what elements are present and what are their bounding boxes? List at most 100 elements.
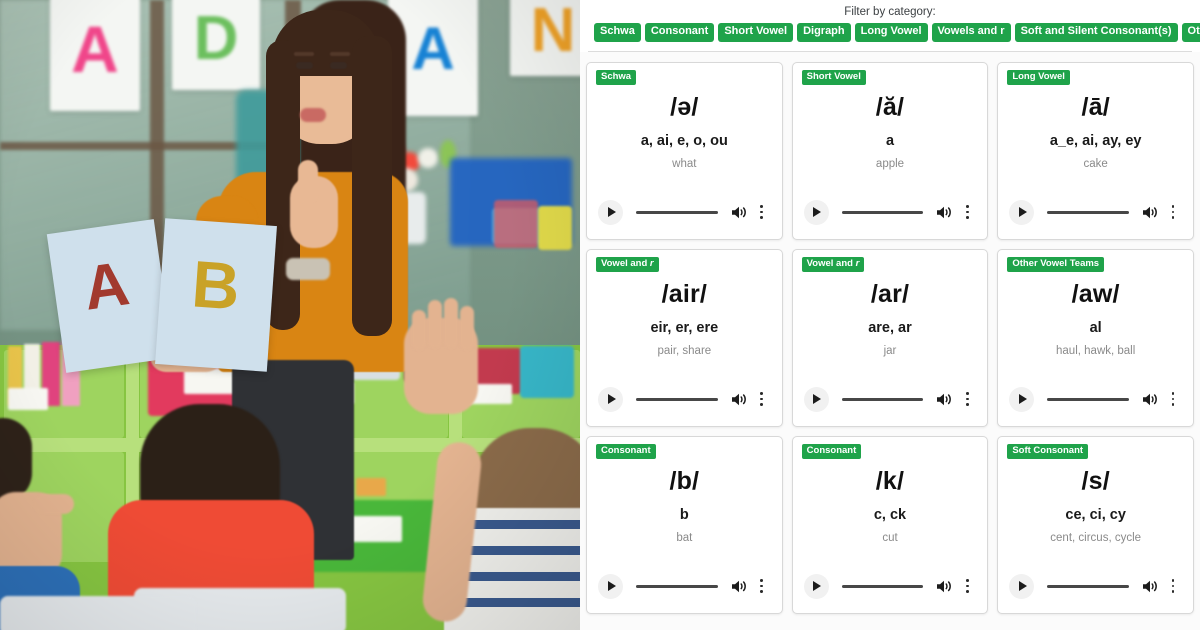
example-words: cent, circus, cycle (1050, 531, 1142, 544)
volume-button[interactable] (731, 579, 748, 594)
audio-player[interactable] (802, 573, 979, 599)
kebab-dot (1171, 215, 1175, 219)
category-badge-text: Consonant (601, 444, 651, 456)
teacher-mouth (300, 108, 326, 122)
phoneme-card-air[interactable]: Vowel and r /air/ eir, er, ere pair, sha… (586, 248, 783, 427)
filter-by-category-label: Filter by category: (844, 6, 936, 18)
phoneme-card-ə[interactable]: Schwa /ə/ a, ai, e, o, ou what (586, 61, 783, 240)
phoneme-card-grid-wrapper: Schwa /ə/ a, ai, e, o, ou what Short Vow… (580, 51, 1200, 630)
play-button[interactable] (803, 573, 829, 599)
example-words: jar (883, 344, 897, 357)
grapheme-list: eir, er, ere (650, 319, 719, 336)
audio-progress-track[interactable] (636, 584, 718, 588)
audio-player[interactable] (1007, 386, 1184, 412)
category-badge-text: Soft Consonant (1012, 444, 1084, 456)
more-options-button[interactable] (753, 579, 771, 593)
category-badge-text: Vowel and (601, 257, 650, 269)
phoneme-card-ar[interactable]: Vowel and r /ar/ are, ar jar (791, 248, 989, 427)
volume-button[interactable] (936, 579, 953, 594)
phoneme-card-aw[interactable]: Other Vowel Teams /aw/ al haul, hawk, ba… (997, 248, 1194, 427)
photo-bin (538, 206, 572, 250)
audio-progress-track[interactable] (841, 397, 924, 401)
play-icon (1018, 581, 1027, 592)
filter-chip-consonant[interactable]: Consonant (644, 23, 715, 42)
kebab-dot (965, 579, 969, 583)
volume-icon (1143, 580, 1157, 592)
phoneme-card-k[interactable]: Consonant /k/ c, ck cut (791, 435, 989, 614)
play-button[interactable] (598, 386, 623, 412)
volume-button[interactable] (936, 392, 953, 407)
more-options-button[interactable] (958, 205, 976, 219)
audio-player[interactable] (802, 199, 979, 225)
teacher-finger (298, 160, 318, 204)
audio-player[interactable] (1007, 199, 1184, 225)
filter-chip-soft-and-silent-consonants[interactable]: Soft and Silent Consonant(s) (1014, 23, 1178, 42)
play-button[interactable] (1009, 386, 1035, 412)
audio-player[interactable] (802, 386, 979, 412)
volume-button[interactable] (1142, 392, 1159, 407)
audio-player[interactable] (596, 199, 773, 225)
more-options-button[interactable] (753, 392, 771, 406)
play-button[interactable] (803, 386, 829, 412)
audio-progress-track[interactable] (1047, 397, 1129, 401)
phoneme-card-b[interactable]: Consonant /b/ b bat (586, 435, 783, 614)
filter-chip-schwa[interactable]: Schwa (594, 23, 641, 42)
volume-icon (1143, 393, 1157, 405)
more-options-button[interactable] (1164, 392, 1182, 406)
phoneme-symbol: /ă/ (875, 92, 905, 121)
poster-letter-n-orange: N (510, 0, 580, 76)
grapheme-list: b (679, 506, 689, 523)
more-options-button[interactable] (958, 579, 976, 593)
phoneme-symbol: /s/ (1081, 466, 1110, 495)
play-icon (813, 207, 822, 218)
kebab-dot (965, 215, 969, 219)
play-icon (1018, 207, 1027, 218)
kebab-dot (760, 397, 764, 401)
filter-chip-digraph[interactable]: Digraph (797, 23, 851, 42)
grapheme-list: a, ai, e, o, ou (640, 132, 728, 149)
filter-chip-short-vowel[interactable]: Short Vowel (718, 23, 794, 42)
audio-progress-track[interactable] (1047, 210, 1129, 214)
more-options-button[interactable] (753, 205, 771, 219)
kebab-dot (1171, 589, 1175, 593)
audio-progress-track[interactable] (1047, 584, 1129, 588)
grapheme-list: ce, ci, cy (1065, 506, 1126, 523)
poster-letter: D (193, 4, 239, 73)
category-badge: Consonant (596, 443, 656, 459)
more-options-button[interactable] (958, 392, 976, 406)
audio-progress-track[interactable] (841, 210, 924, 214)
audio-player[interactable] (1007, 573, 1184, 599)
play-button[interactable] (1009, 573, 1035, 599)
play-button[interactable] (1009, 199, 1035, 225)
more-options-button[interactable] (1164, 579, 1182, 593)
play-button[interactable] (598, 199, 623, 225)
audio-progress-track[interactable] (636, 210, 718, 214)
volume-icon (731, 393, 746, 405)
phoneme-card-s[interactable]: Soft Consonant /s/ ce, ci, cy cent, circ… (997, 435, 1194, 614)
play-button[interactable] (598, 573, 623, 599)
poster-letter: A (411, 15, 455, 82)
grapheme-list: a_e, ai, ay, ey (1049, 132, 1142, 149)
kebab-dot (965, 402, 969, 406)
audio-player[interactable] (596, 573, 773, 599)
play-button[interactable] (803, 199, 829, 225)
kebab-dot (1171, 210, 1175, 214)
photo-bin (494, 200, 538, 248)
phoneme-card-ă[interactable]: Short Vowel /ă/ a apple (791, 61, 989, 240)
phoneme-symbol: /b/ (669, 466, 700, 495)
audio-progress-track[interactable] (841, 584, 924, 588)
grapheme-list: a (885, 132, 895, 149)
volume-button[interactable] (1142, 579, 1159, 594)
volume-button[interactable] (936, 205, 953, 220)
volume-button[interactable] (731, 392, 748, 407)
filter-chip-long-vowel[interactable]: Long Vowel (854, 23, 928, 42)
filter-chip-vowels-and-r[interactable]: Vowels and r (931, 23, 1011, 42)
volume-button[interactable] (1142, 205, 1159, 220)
filter-chip-other-vowel-teams[interactable]: Other Vowel Teams (1181, 23, 1200, 42)
more-options-button[interactable] (1164, 205, 1182, 219)
audio-player[interactable] (596, 386, 773, 412)
phoneme-card-ā[interactable]: Long Vowel /ā/ a_e, ai, ay, ey cake (997, 61, 1194, 240)
audio-progress-track[interactable] (636, 397, 718, 401)
volume-button[interactable] (731, 205, 748, 220)
play-icon (1018, 394, 1027, 405)
